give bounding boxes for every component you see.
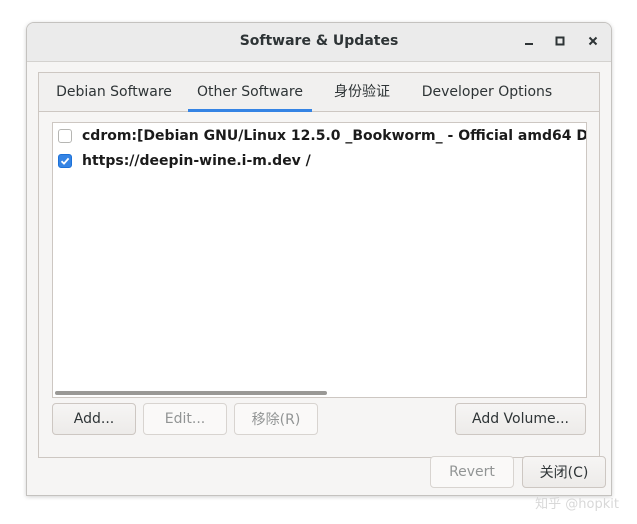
revert-button[interactable]: Revert [430,456,514,488]
source-label: https://deepin-wine.i-m.dev / [82,153,311,169]
list-item[interactable]: cdrom:[Debian GNU/Linux 12.5.0 _Bookworm… [53,123,586,149]
source-checkbox[interactable] [58,154,72,168]
close-icon [588,35,598,50]
other-software-page: cdrom:[Debian GNU/Linux 12.5.0 _Bookworm… [39,112,599,457]
source-checkbox[interactable] [58,129,72,143]
horizontal-scrollbar[interactable] [55,391,327,395]
checkmark-icon [60,157,70,165]
remove-button[interactable]: 移除(R) [234,403,318,435]
list-item[interactable]: https://deepin-wine.i-m.dev / [53,148,586,174]
minimize-button[interactable] [519,32,539,52]
tab-notebook: Debian Software Other Software 身份验证 Deve… [38,72,600,458]
sources-list: cdrom:[Debian GNU/Linux 12.5.0 _Bookworm… [52,122,587,398]
source-label: cdrom:[Debian GNU/Linux 12.5.0 _Bookworm… [82,128,587,144]
close-window-button[interactable] [583,32,603,52]
edit-button[interactable]: Edit... [143,403,227,435]
tab-debian-software[interactable]: Debian Software [49,73,179,111]
tab-other-software[interactable]: Other Software [188,73,312,112]
software-updates-window: Software & Updates Debian Software Other… [26,22,612,496]
title-bar[interactable]: Software & Updates [27,23,611,62]
minimize-icon [524,35,534,50]
watermark: 知乎 @hopkit [535,497,619,512]
tab-bar: Debian Software Other Software 身份验证 Deve… [39,73,599,112]
tab-authentication[interactable]: 身份验证 [323,73,401,111]
close-button[interactable]: 关闭(C) [522,456,606,488]
add-volume-button[interactable]: Add Volume... [455,403,586,435]
tab-developer-options[interactable]: Developer Options [412,73,562,111]
maximize-icon [555,35,565,50]
maximize-button[interactable] [550,32,570,52]
add-button[interactable]: Add... [52,403,136,435]
